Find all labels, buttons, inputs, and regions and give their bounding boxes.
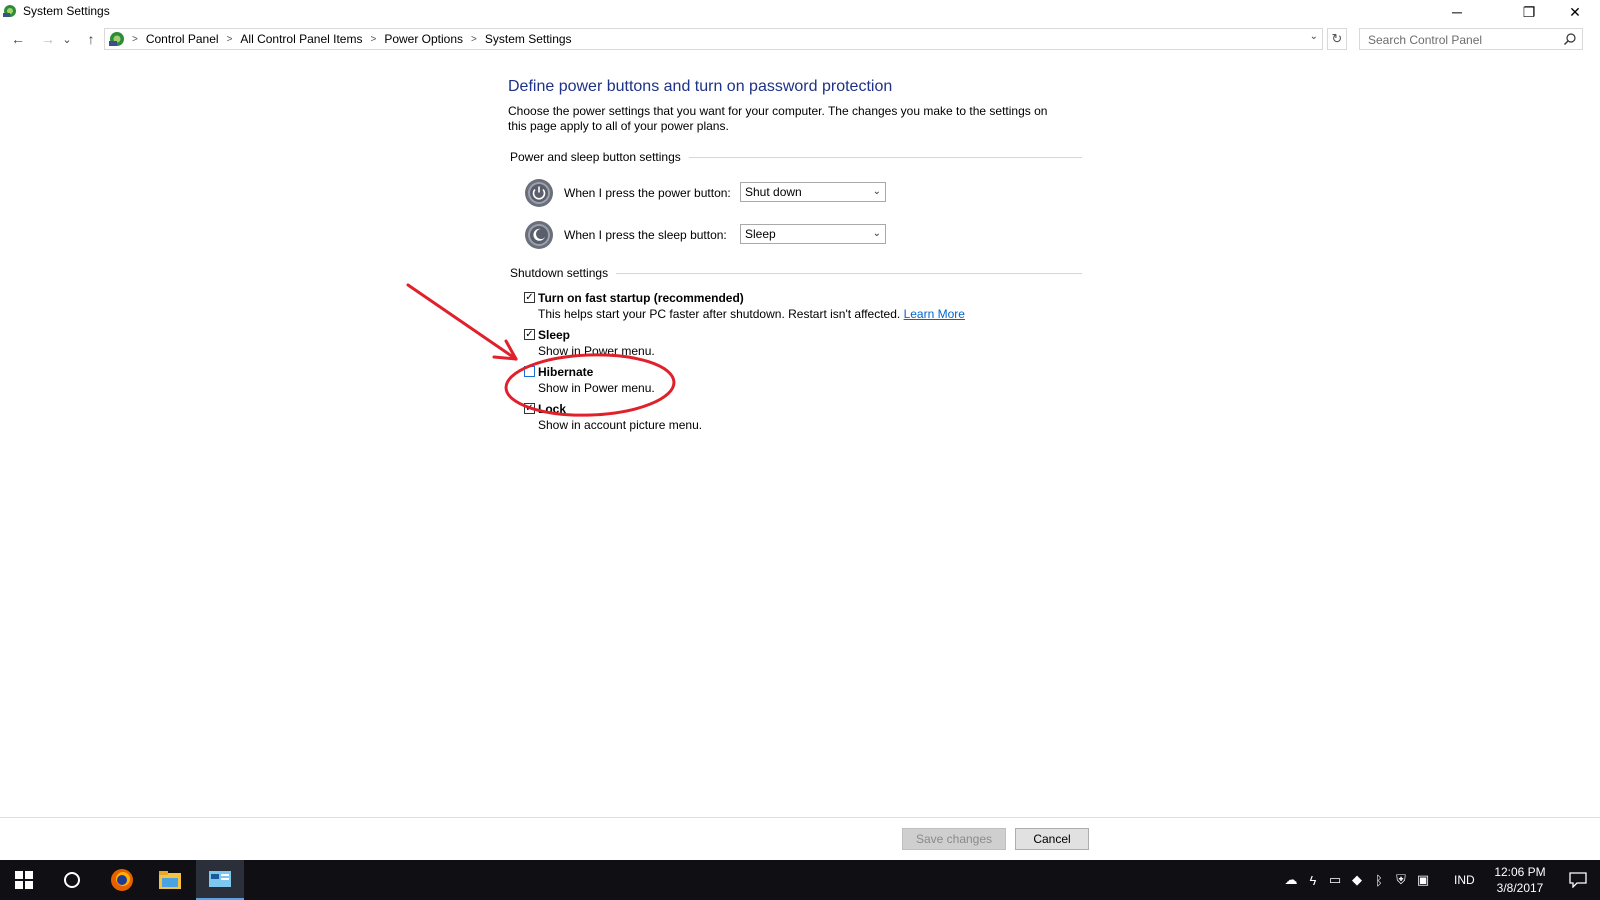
breadcrumb-all-control-panel-items[interactable]: All Control Panel Items <box>240 32 362 46</box>
restore-icon: ❐ <box>1522 3 1536 20</box>
refresh-icon: ↻ <box>1331 31 1343 46</box>
power-button-value: Shut down <box>745 185 802 199</box>
lock-description: Show in account picture menu. <box>538 418 703 432</box>
sleep-description: Show in Power menu. <box>538 344 655 358</box>
breadcrumb-power-options[interactable]: Power Options <box>384 32 463 46</box>
taskbar-firefox[interactable] <box>98 860 146 900</box>
folder-icon <box>159 871 181 889</box>
lock-checkbox[interactable]: ✓ <box>524 403 535 414</box>
annotation-overlay <box>406 283 676 417</box>
clock[interactable]: 12:06 PM 3/8/2017 <box>1494 864 1546 896</box>
chevron-down-icon: ⌄ <box>62 33 72 46</box>
chevron-down-icon: ⌄ <box>872 228 881 239</box>
back-button[interactable]: ← <box>7 26 29 52</box>
wifi-signal-icon[interactable]: ϟ <box>1302 860 1324 900</box>
hibernate-label[interactable]: Hibernate <box>538 365 593 379</box>
sleep-button-row: When I press the sleep button: Sleep ⌄ <box>524 220 886 250</box>
breadcrumb-separator: > <box>471 33 477 45</box>
taskbar-file-explorer[interactable] <box>146 860 194 900</box>
start-button[interactable] <box>0 860 48 900</box>
section-divider <box>688 156 1082 158</box>
power-button-label: When I press the power button: <box>564 186 731 200</box>
hibernate-checkbox[interactable] <box>524 366 535 377</box>
search-cortana-button[interactable] <box>48 860 96 900</box>
shutdown-section-title: Shutdown settings <box>510 266 609 280</box>
sleep-button-label: When I press the sleep button: <box>564 228 727 242</box>
control-panel-icon <box>3 5 16 17</box>
power-button-icon <box>525 179 553 207</box>
fast-startup-desc-text: This helps start your PC faster after sh… <box>538 307 901 321</box>
minimize-icon: ─ <box>1452 4 1462 20</box>
save-changes-button[interactable]: Save changes <box>902 828 1006 850</box>
battery-icon[interactable]: ▭ <box>1324 860 1346 900</box>
footer-divider <box>0 817 1600 818</box>
power-button-row: When I press the power button: Shut down… <box>524 178 886 208</box>
fast-startup-label[interactable]: Turn on fast startup (recommended) <box>538 291 744 305</box>
sleep-checkbox[interactable]: ✓ <box>524 329 535 340</box>
taskbar-control-panel[interactable] <box>196 860 244 900</box>
power-button-select[interactable]: Shut down ⌄ <box>740 182 886 202</box>
section-divider <box>616 272 1082 274</box>
restore-button[interactable]: ❐ <box>1506 0 1552 24</box>
cortana-circle-icon <box>64 872 80 888</box>
control-panel-icon <box>109 32 124 46</box>
sleep-button-icon <box>525 221 553 249</box>
sleep-label[interactable]: Sleep <box>538 328 570 342</box>
bluetooth-icon[interactable]: ᛒ <box>1368 860 1390 900</box>
learn-more-link[interactable]: Learn More <box>904 307 965 321</box>
breadcrumb-separator: > <box>370 33 377 45</box>
cancel-button[interactable]: Cancel <box>1015 828 1089 850</box>
page-description: Choose the power settings that you want … <box>508 104 1048 133</box>
breadcrumb-separator: > <box>226 33 233 45</box>
windows-logo-icon <box>15 871 33 889</box>
power-section-title: Power and sleep button settings <box>510 150 681 164</box>
hibernate-description: Show in Power menu. <box>538 381 655 395</box>
control-panel-icon <box>209 871 231 887</box>
fast-startup-checkbox[interactable]: ✓ <box>524 292 535 303</box>
power-section-header: Power and sleep button settings <box>510 150 1082 164</box>
close-button[interactable]: ✕ <box>1552 0 1598 24</box>
system-tray: ☁ ϟ ▭ ◆ ᛒ ⛨ ▣ <box>1280 860 1434 900</box>
address-bar[interactable]: > Control Panel > All Control Panel Item… <box>104 28 1323 50</box>
sleep-button-value: Sleep <box>745 227 776 241</box>
back-arrow-icon: ← <box>11 31 25 47</box>
language-indicator[interactable]: IND <box>1454 873 1475 887</box>
security-shield-icon[interactable]: ⛨ <box>1390 860 1412 900</box>
lock-label[interactable]: Lock <box>538 402 566 416</box>
onedrive-cloud-icon[interactable]: ☁ <box>1280 860 1302 900</box>
search-icon[interactable] <box>1563 32 1577 46</box>
navigation-bar: ← → ⌄ ↑ > Control Panel > All Control Pa… <box>0 26 1600 52</box>
taskbar: ☁ ϟ ▭ ◆ ᛒ ⛨ ▣ IND 12:06 PM 3/8/2017 <box>0 860 1600 900</box>
notification-icon <box>1569 872 1587 888</box>
recent-locations-button[interactable]: ⌄ <box>60 26 74 52</box>
page-title: Define power buttons and turn on passwor… <box>508 78 893 95</box>
window-title: System Settings <box>23 4 110 18</box>
forward-arrow-icon: → <box>41 31 55 47</box>
network-icon[interactable]: ▣ <box>1412 860 1434 900</box>
forward-button[interactable]: → <box>37 26 59 52</box>
breadcrumb-separator: > <box>132 33 138 45</box>
shutdown-section-header: Shutdown settings <box>510 266 1082 280</box>
address-dropdown-icon[interactable]: ⌄ <box>1310 31 1318 42</box>
search-input[interactable] <box>1366 30 1560 50</box>
app-tray-icon[interactable]: ◆ <box>1346 860 1368 900</box>
close-icon: ✕ <box>1569 3 1581 20</box>
fast-startup-description: This helps start your PC faster after sh… <box>538 307 965 321</box>
clock-date: 3/8/2017 <box>1496 881 1544 895</box>
refresh-button[interactable]: ↻ <box>1327 28 1347 50</box>
annotation-arrow <box>406 283 518 361</box>
chevron-down-icon: ⌄ <box>872 186 881 197</box>
clock-time: 12:06 PM <box>1494 865 1546 879</box>
firefox-icon <box>111 869 133 891</box>
breadcrumb-control-panel[interactable]: Control Panel <box>146 32 219 46</box>
title-bar: System Settings ─ ❐ ✕ <box>0 0 1600 24</box>
search-box[interactable] <box>1359 28 1583 50</box>
breadcrumb-system-settings[interactable]: System Settings <box>485 32 572 46</box>
up-button[interactable]: ↑ <box>80 26 102 52</box>
action-center-button[interactable] <box>1558 860 1598 900</box>
sleep-button-select[interactable]: Sleep ⌄ <box>740 224 886 244</box>
minimize-button[interactable]: ─ <box>1434 0 1480 24</box>
up-arrow-icon: ↑ <box>87 31 95 47</box>
